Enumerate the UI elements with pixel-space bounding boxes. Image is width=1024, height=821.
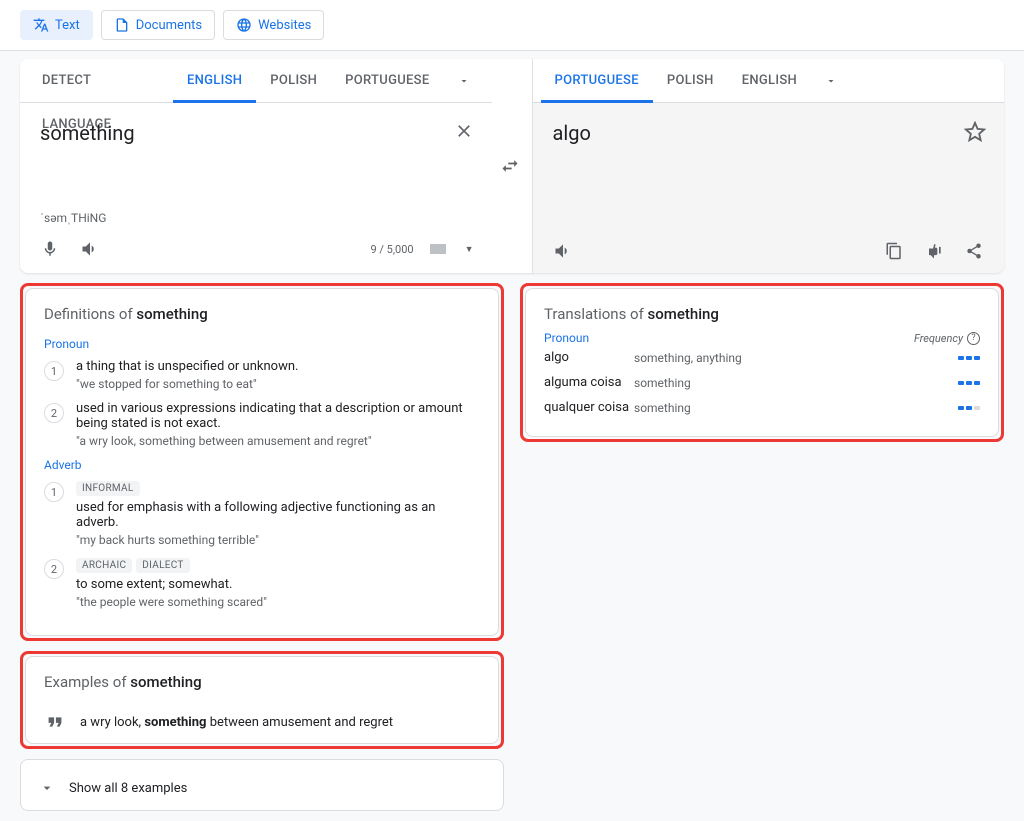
clear-button[interactable]	[454, 121, 474, 141]
example-text: a wry look, something between amusement …	[80, 715, 393, 730]
char-count: 9 / 5,000	[371, 243, 414, 256]
definition-example: "the people were something scared"	[76, 595, 480, 609]
example-item: a wry look, something between amusement …	[44, 705, 480, 739]
frequency-indicator	[958, 356, 980, 360]
tab-documents-label: Documents	[136, 18, 202, 33]
globe-icon	[236, 17, 252, 33]
speaker-icon	[80, 239, 100, 259]
translations-pos: Pronoun	[544, 331, 589, 345]
translation-meaning: something	[634, 376, 958, 390]
register-tag: DIALECT	[136, 558, 189, 573]
definition-item: 1 a thing that is unspecified or unknown.…	[44, 359, 480, 391]
lang-source-polish[interactable]: POLISH	[256, 59, 331, 103]
listen-target-button[interactable]	[551, 239, 575, 263]
source-input[interactable]: something	[40, 121, 428, 145]
lang-target-english[interactable]: ENGLISH	[728, 59, 811, 103]
source-lang-dropdown[interactable]	[444, 75, 484, 87]
tab-websites-label: Websites	[258, 18, 311, 33]
pos-label: Adverb	[44, 458, 480, 472]
tab-websites[interactable]: Websites	[223, 10, 324, 40]
definition-number: 2	[44, 403, 64, 423]
definition-item: 1 INFORMAL used for emphasis with a follow…	[44, 480, 480, 547]
translation-word: algo	[544, 350, 634, 365]
document-icon	[114, 17, 130, 33]
speaker-icon	[553, 241, 573, 261]
pronunciation-text: ˈsəmˌTHiNG	[20, 211, 492, 231]
pos-label: Pronoun	[44, 337, 480, 351]
translation-meaning: something	[634, 401, 958, 415]
help-icon[interactable]: ?	[967, 332, 980, 345]
thumbs-icon	[924, 241, 944, 261]
keyboard-button[interactable]	[430, 244, 446, 254]
definitions-title: Definitions of something	[44, 305, 480, 323]
chevron-down-icon	[825, 75, 837, 87]
examples-card: Examples of something a wry look, someth…	[25, 656, 499, 744]
lang-source-english[interactable]: ENGLISH	[173, 59, 256, 103]
chevron-down-icon	[458, 75, 470, 87]
target-lang-dropdown[interactable]	[811, 75, 851, 87]
definition-example: "my back hurts something terrible"	[76, 533, 480, 547]
feedback-button[interactable]	[922, 239, 946, 263]
tab-text[interactable]: Text	[20, 10, 93, 40]
show-all-card: Show all 8 examples	[20, 759, 504, 811]
microphone-button[interactable]	[38, 237, 62, 261]
lang-detect[interactable]: DETECT LANGUAGE	[28, 59, 173, 103]
save-translation-button[interactable]	[964, 121, 986, 143]
definition-item: 2 ARCHAIC DIALECT to some extent; somewhat.…	[44, 557, 480, 609]
definition-number: 1	[44, 361, 64, 381]
definition-text: used in various expressions indicating t…	[76, 401, 480, 431]
definition-text: a thing that is unspecified or unknown.	[76, 359, 480, 374]
frequency-label: Frequency ?	[914, 332, 980, 345]
translation-word: qualquer coisa	[544, 400, 634, 415]
star-icon	[964, 121, 986, 143]
swap-languages-button[interactable]	[490, 156, 530, 176]
listen-source-button[interactable]	[78, 237, 102, 261]
translation-word: alguma coisa	[544, 375, 634, 390]
frequency-indicator	[958, 406, 980, 410]
chevron-down-icon	[39, 780, 55, 796]
translate-icon	[33, 17, 49, 33]
definition-example: "a wry look, something between amusement…	[76, 434, 480, 448]
close-icon	[454, 121, 474, 141]
translation-row[interactable]: qualquer coisasomething	[544, 395, 980, 420]
register-tag: INFORMAL	[76, 481, 140, 496]
keyboard-dropdown[interactable]: ▼	[465, 244, 474, 255]
definition-item: 2 used in various expressions indicating …	[44, 401, 480, 448]
lang-target-polish[interactable]: POLISH	[653, 59, 728, 103]
show-all-examples-button[interactable]: Show all 8 examples	[39, 770, 485, 800]
frequency-indicator	[958, 381, 980, 385]
translation-row[interactable]: algosomething, anything	[544, 345, 980, 370]
examples-title: Examples of something	[44, 673, 480, 691]
lang-target-portuguese[interactable]: PORTUGUESE	[541, 59, 653, 103]
tab-documents[interactable]: Documents	[101, 10, 215, 40]
target-output: algo	[553, 121, 985, 145]
lang-source-portuguese[interactable]: PORTUGUESE	[331, 59, 443, 103]
tab-text-label: Text	[55, 18, 80, 33]
swap-icon	[500, 156, 520, 176]
definition-number: 2	[44, 559, 64, 579]
translations-card: Translations of something Pronoun Freque…	[525, 288, 999, 437]
definition-number: 1	[44, 482, 64, 502]
translations-title: Translations of something	[544, 305, 980, 323]
register-tag: ARCHAIC	[76, 558, 132, 573]
translation-row[interactable]: alguma coisasomething	[544, 370, 980, 395]
definition-example: "we stopped for something to eat"	[76, 377, 480, 391]
translation-meaning: something, anything	[634, 351, 958, 365]
definition-text: used for emphasis with a following adjec…	[76, 500, 480, 530]
definitions-card: Definitions of something Pronoun 1 a thing…	[25, 288, 499, 636]
definition-text: to some extent; somewhat.	[76, 577, 480, 592]
share-icon	[965, 242, 983, 260]
copy-icon	[885, 242, 903, 260]
microphone-icon	[41, 240, 59, 258]
show-all-label: Show all 8 examples	[69, 781, 187, 796]
quote-icon	[44, 711, 66, 733]
copy-button[interactable]	[882, 239, 906, 263]
share-button[interactable]	[962, 239, 986, 263]
